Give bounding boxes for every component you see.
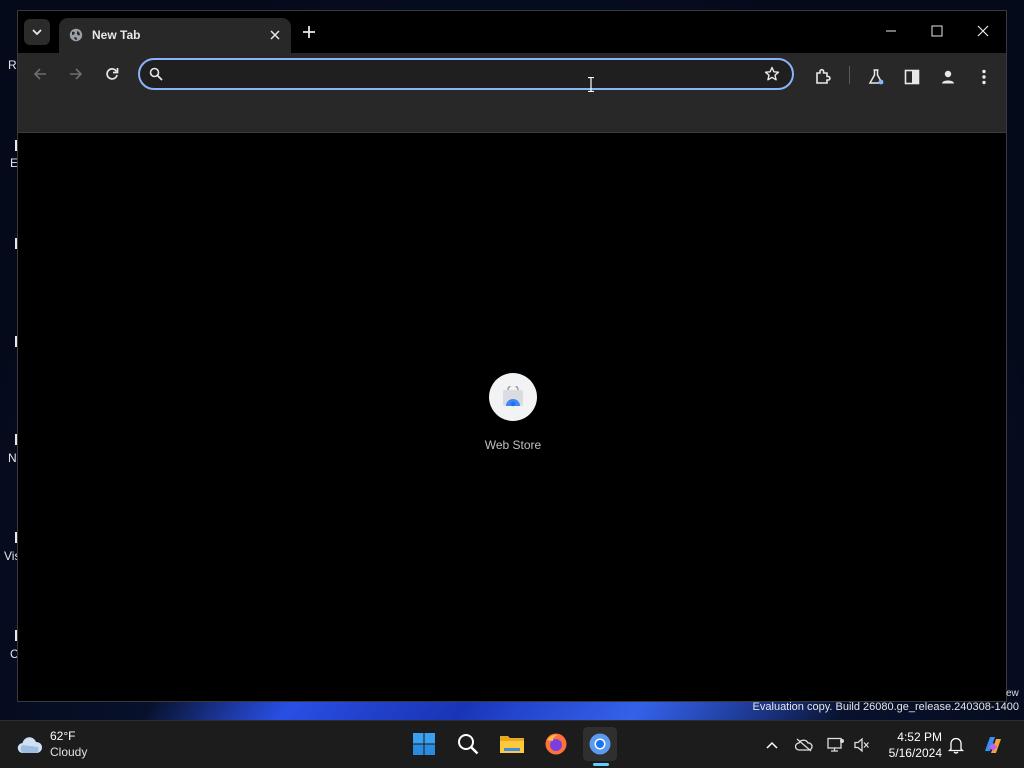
tab-strip: New Tab (18, 11, 1006, 53)
onedrive-tray-icon[interactable] (794, 735, 814, 755)
evaluation-watermark: Evaluation copy. Build 26080.ge_release.… (752, 701, 1019, 713)
maximize-icon (931, 25, 943, 37)
tab-title: New Tab (92, 28, 141, 42)
watermark-fragment: ew (1006, 688, 1019, 699)
address-bar[interactable] (138, 58, 794, 90)
cloud-offline-icon (795, 738, 813, 752)
forward-button[interactable] (64, 62, 88, 86)
notifications-button[interactable] (946, 735, 966, 755)
show-hidden-icons-button[interactable] (762, 735, 782, 755)
tab-new-tab[interactable]: New Tab (59, 18, 291, 53)
chrome-icon (589, 733, 611, 755)
volume-muted-icon (854, 737, 869, 753)
labs-button[interactable] (864, 65, 888, 89)
firefox-button[interactable] (539, 727, 573, 761)
shortcut-tile[interactable] (489, 373, 537, 421)
desktop-icon-label[interactable]: N (8, 451, 17, 465)
browser-menu-button[interactable] (972, 65, 996, 89)
copilot-icon (985, 737, 1001, 753)
puzzle-icon (816, 68, 831, 84)
bookmark-star-icon[interactable] (764, 66, 780, 82)
desktop-icon-label[interactable]: R (8, 58, 17, 72)
flask-icon (868, 69, 884, 85)
maximize-button[interactable] (922, 19, 952, 43)
minimize-icon (886, 30, 896, 32)
new-tab-button[interactable] (299, 22, 319, 42)
side-panel-icon (904, 69, 920, 85)
file-explorer-icon (500, 736, 524, 753)
address-input[interactable] (172, 64, 736, 86)
minimize-button[interactable] (876, 19, 906, 43)
file-explorer-button[interactable] (495, 727, 529, 761)
close-icon (270, 30, 280, 40)
taskbar-search-button[interactable] (451, 727, 485, 761)
shortcut-web-store[interactable]: Web Store (473, 373, 553, 452)
tab-close-button[interactable] (267, 27, 283, 43)
firefox-icon (545, 733, 567, 755)
cloud-icon (17, 737, 43, 754)
browser-toolbar (18, 53, 1006, 133)
reload-icon (106, 68, 119, 80)
clock-time: 4:52 PM (897, 730, 942, 744)
network-icon (827, 737, 844, 752)
shortcut-label: Web Store (484, 438, 542, 452)
start-icon (413, 733, 435, 755)
close-window-button[interactable] (968, 19, 998, 43)
text-cursor-icon (588, 77, 594, 92)
chevron-down-icon (32, 29, 42, 36)
toolbar-divider (849, 66, 850, 84)
network-tray-icon[interactable] (826, 735, 846, 755)
back-button[interactable] (28, 62, 52, 86)
more-vertical-icon (982, 69, 986, 85)
reload-button[interactable] (100, 62, 124, 86)
weather-widget[interactable]: 62°F Cloudy (16, 729, 126, 761)
chrome-button[interactable] (583, 727, 617, 761)
search-icon (149, 67, 163, 81)
clock-date: 5/16/2024 (888, 746, 942, 760)
globe-icon (69, 28, 83, 42)
profile-button[interactable] (936, 65, 960, 89)
arrow-left-icon (33, 68, 46, 80)
active-app-indicator (593, 763, 609, 766)
taskbar: 62°F Cloudy 4:52 PM 5/16/2024 (0, 720, 1024, 768)
chevron-up-icon (766, 741, 778, 749)
close-icon (977, 25, 989, 37)
search-icon (458, 734, 479, 755)
plus-icon (303, 26, 315, 38)
weather-temperature: 62°F (50, 729, 76, 743)
tab-search-button[interactable] (24, 19, 50, 45)
bell-icon (948, 737, 964, 754)
weather-condition: Cloudy (50, 745, 88, 759)
side-panel-button[interactable] (900, 65, 924, 89)
person-icon (942, 70, 954, 84)
start-button[interactable] (407, 727, 441, 761)
browser-window: New Tab Web Store (17, 10, 1007, 702)
web-store-icon (503, 386, 523, 407)
volume-tray-icon[interactable] (852, 735, 872, 755)
system-clock[interactable]: 4:52 PM 5/16/2024 (878, 729, 942, 761)
new-tab-page: Web Store (18, 133, 1006, 701)
copilot-button[interactable] (980, 732, 1006, 758)
extensions-button[interactable] (811, 65, 835, 89)
arrow-right-icon (70, 68, 83, 80)
